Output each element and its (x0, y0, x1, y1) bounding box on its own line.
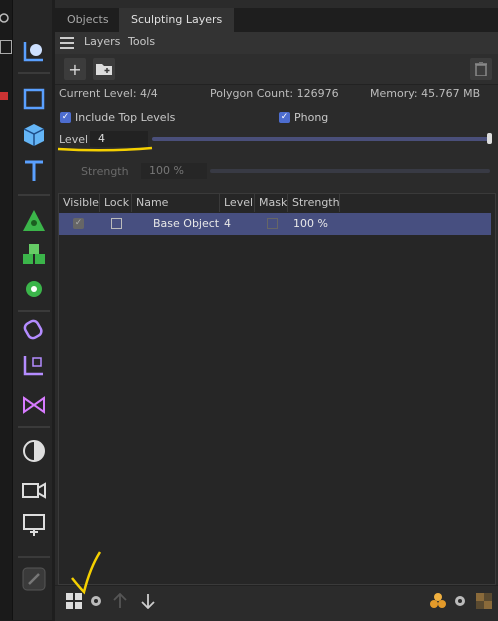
environment-icon[interactable] (17, 434, 51, 468)
deformer-icon[interactable] (17, 312, 51, 346)
menu-layers[interactable]: Layers (84, 35, 120, 48)
checker-icon[interactable] (473, 590, 495, 612)
bottom-gear-icon[interactable] (449, 590, 471, 612)
table-row[interactable]: ✓ Base Object 4 100 % (59, 213, 491, 235)
bottom-toolbar (55, 585, 498, 621)
axis-icon (0, 92, 8, 100)
text-icon[interactable] (17, 154, 51, 188)
memory-text: Memory: 45.767 MB (370, 87, 481, 100)
col-lock[interactable]: Lock (100, 194, 132, 212)
polygon-count-text: Polygon Count: 126976 (210, 87, 339, 100)
menu-tools[interactable]: Tools (128, 35, 155, 48)
move-up-button[interactable] (109, 590, 131, 612)
level-slider[interactable] (152, 137, 490, 141)
sculpt-tags-icon[interactable] (427, 590, 449, 612)
viewport-edge (0, 0, 13, 620)
strength-input: 100 % (141, 163, 207, 179)
frame-icon[interactable] (0, 40, 12, 54)
col-strength[interactable]: Strength (288, 194, 340, 212)
include-top-levels-label: Include Top Levels (75, 111, 176, 124)
cube-outline-icon[interactable] (17, 82, 51, 116)
render-icon[interactable] (17, 508, 51, 542)
mask-checkbox[interactable] (267, 218, 278, 229)
col-name[interactable]: Name (132, 194, 220, 212)
include-top-levels-checkbox[interactable]: ✓ (60, 112, 71, 123)
phong-label: Phong (294, 111, 329, 124)
null-icon[interactable] (17, 34, 51, 68)
col-visible[interactable]: Visible (59, 194, 100, 212)
camera-icon[interactable] (17, 472, 51, 506)
tab-bar: Objects Sculpting Layers (55, 8, 498, 32)
phong-checkbox[interactable]: ✓ (279, 112, 290, 123)
tab-sculpting-layers[interactable]: Sculpting Layers (119, 8, 235, 32)
annotation-checkmark (71, 551, 102, 595)
layer-level: 4 (224, 217, 231, 230)
search-icon[interactable] (0, 12, 12, 26)
tool-icon[interactable] (17, 562, 51, 596)
visible-checkbox[interactable]: ✓ (73, 218, 84, 229)
strength-label: Strength (81, 165, 129, 178)
effector-icon[interactable] (17, 388, 51, 422)
lock-checkbox[interactable] (111, 218, 122, 229)
mograph-icon[interactable] (17, 238, 51, 272)
cloner-icon[interactable] (17, 272, 51, 306)
current-level-text: Current Level: 4/4 (59, 87, 158, 100)
add-layer-button[interactable]: + (64, 58, 86, 80)
col-mask[interactable]: Mask (255, 194, 288, 212)
level-slider-handle[interactable] (487, 133, 492, 144)
layer-strength: 100 % (293, 217, 328, 230)
tab-objects[interactable]: Objects (55, 8, 121, 32)
layer-toolbar: + (55, 54, 498, 85)
col-level[interactable]: Level (220, 194, 255, 212)
annotation-underline (57, 146, 153, 152)
move-down-button[interactable] (137, 590, 159, 612)
field-icon[interactable] (17, 348, 51, 382)
delete-button[interactable] (470, 58, 492, 80)
menu-bar: Layers Tools (55, 32, 498, 54)
layer-name[interactable]: Base Object (153, 213, 219, 235)
spline-icon[interactable] (17, 204, 51, 238)
cube-icon[interactable] (17, 118, 51, 152)
layers-table: Visible Lock Name Level Mask Strength ✓ … (58, 193, 496, 585)
hamburger-icon[interactable] (60, 37, 74, 49)
add-folder-button[interactable] (93, 58, 115, 80)
strength-slider (210, 169, 490, 173)
